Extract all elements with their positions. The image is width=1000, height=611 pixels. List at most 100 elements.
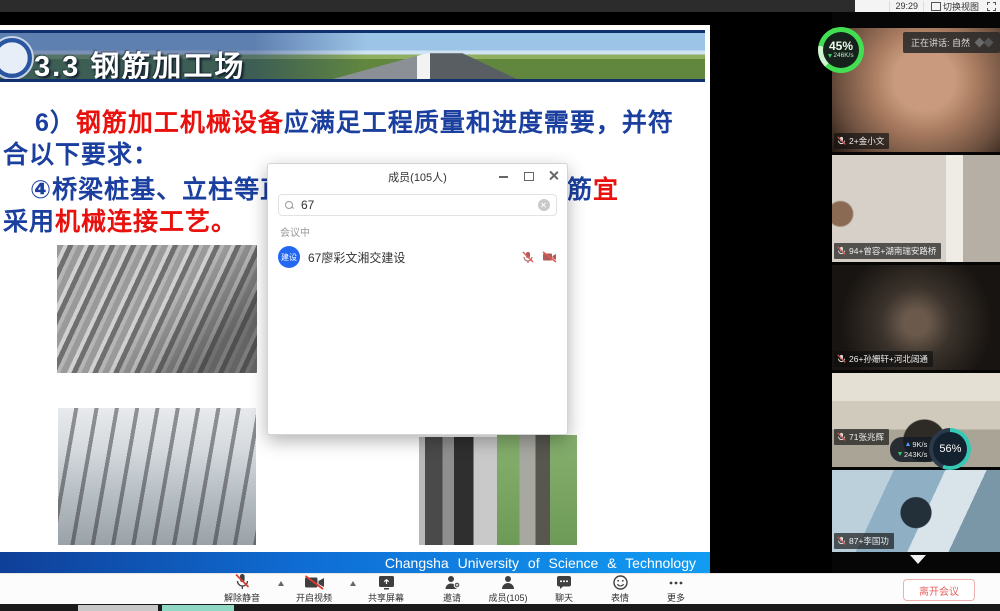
rebar-couplers-photo (57, 245, 257, 373)
unmute-label: 解除静音 (224, 591, 260, 604)
switch-view-label: 切换视图 (943, 0, 979, 13)
meeting-toolbar: 解除静音 开启视频 共享屏幕 (0, 573, 1000, 604)
start-video-button[interactable]: 开启视频 (294, 575, 334, 604)
member-list-item[interactable]: 建设 67廖彩文湘交建设 (278, 246, 557, 268)
video-tile-3[interactable]: 26+孙姗轩+河北阔通 (832, 265, 1000, 370)
slide-footer: Changsha University of Science & Technol… (0, 552, 710, 573)
rebar-workshop-photo (58, 408, 256, 545)
speaking-toast-text: 正在讲话: 自然 (911, 36, 970, 49)
speaking-toast: 正在讲话: 自然 (903, 32, 1000, 53)
start-video-label: 开启视频 (296, 591, 332, 604)
leave-meeting-button[interactable]: 离开会议 (903, 579, 975, 601)
members-label: 成员(105) (488, 591, 527, 604)
download-speed: 243K/s (904, 450, 927, 459)
search-icon (285, 201, 294, 210)
chat-icon (556, 575, 572, 590)
member-name: 67廖彩文湘交建设 (308, 249, 514, 266)
video-tile-5[interactable]: 87+李国功 (832, 470, 1000, 552)
gauge-56-percent: 56% (939, 443, 961, 455)
rebar-coupler-joint-photo (497, 435, 577, 545)
invite-button[interactable]: 邀请 (432, 575, 472, 604)
p2-line2-blue: 采用 (3, 208, 55, 236)
shared-window-top-edge (0, 0, 855, 12)
invite-label: 邀请 (443, 591, 461, 604)
university-logo (0, 36, 34, 80)
invite-person-icon (444, 575, 460, 590)
meeting-logo-icon (976, 39, 992, 46)
chat-label: 聊天 (555, 591, 573, 604)
members-button[interactable]: 成员(105) (488, 575, 528, 604)
participant-label: 71张兆辉 (834, 429, 889, 445)
switch-view-button[interactable]: 切换视图 (932, 0, 979, 13)
p2-line2-red: 机械连接工艺。 (55, 208, 237, 236)
minimize-icon[interactable] (498, 170, 509, 181)
taskbar-item[interactable] (162, 605, 234, 611)
video-options-caret[interactable] (350, 581, 356, 586)
participant-name: 71张兆辉 (849, 431, 884, 443)
os-taskbar (0, 604, 1000, 611)
members-dialog-titlebar[interactable]: 成员(105人) (268, 164, 567, 190)
slide-paragraph-2-line2: 采用机械连接工艺。 (3, 202, 237, 238)
more-dots-icon (668, 575, 684, 590)
taskbar-item[interactable] (78, 605, 158, 611)
share-screen-icon (378, 575, 395, 590)
threaded-rebar-photo (419, 437, 497, 545)
slide-banner: 3.3 钢筋加工场 (0, 30, 705, 82)
participant-name: 2+金小文 (849, 135, 884, 147)
mic-muted-icon (837, 354, 846, 364)
participant-label: 2+金小文 (834, 133, 889, 149)
member-search-box[interactable] (278, 194, 557, 216)
chat-button[interactable]: 聊天 (544, 575, 584, 604)
meeting-app-window: 29:29 切换视图 3.3 钢筋加工场 6）钢筋加工机械设备应满足工程质量和进… (0, 0, 1000, 611)
close-icon[interactable] (548, 170, 559, 181)
slide-paragraph-1: 6）钢筋加工机械设备应满足工程质量和进度需要，并符 (35, 103, 674, 139)
p1-rest: 应满足工程质量和进度需要，并符 (284, 109, 674, 137)
participant-label: 87+李国功 (834, 533, 894, 549)
unmute-button[interactable]: 解除静音 (222, 575, 262, 604)
members-dialog: 成员(105人) 会议中 建设 67廖彩文湘交建设 (267, 163, 568, 435)
participant-label: 94+曾容+湖南瑞安路桥 (834, 243, 941, 259)
members-icon (501, 575, 515, 590)
gauge-45-speed: 246K/s (833, 52, 853, 59)
more-label: 更多 (667, 591, 685, 604)
emoji-smiley-icon (613, 575, 628, 590)
maximize-icon[interactable] (523, 170, 534, 181)
gauge-45-percent: 45% (829, 41, 853, 52)
share-screen-label: 共享屏幕 (368, 591, 404, 604)
p1-highlight: 钢筋加工机械设备 (76, 109, 284, 137)
member-avatar: 建设 (278, 246, 300, 268)
meeting-top-bar: 29:29 切换视图 (855, 0, 1000, 12)
more-button[interactable]: 更多 (656, 575, 696, 604)
members-dialog-title: 成员(105人) (388, 169, 447, 185)
member-search-input[interactable] (299, 197, 533, 213)
video-tile-2[interactable]: 94+曾容+湖南瑞安路桥 (832, 155, 1000, 262)
switch-view-icon (932, 3, 940, 10)
slide-paragraph-2-left: ④桥梁桩基、立柱等直 (30, 170, 286, 206)
clear-search-icon[interactable] (538, 199, 550, 211)
emoji-label: 表情 (611, 591, 629, 604)
emoji-button[interactable]: 表情 (600, 575, 640, 604)
fullscreen-icon[interactable] (987, 2, 996, 11)
in-meeting-section-label: 会议中 (280, 224, 567, 239)
camera-off-icon (304, 575, 325, 590)
up-arrow-icon (906, 442, 910, 446)
share-screen-button[interactable]: 共享屏幕 (366, 575, 406, 604)
mic-muted-icon (234, 573, 250, 590)
down-arrow-icon (828, 54, 832, 58)
slide-title: 3.3 钢筋加工场 (34, 43, 245, 82)
participant-name: 26+孙姗轩+河北阔通 (849, 353, 928, 365)
participant-label: 26+孙姗轩+河北阔通 (834, 351, 933, 367)
participant-name: 87+李国功 (849, 535, 889, 547)
mic-muted-icon (837, 136, 846, 146)
p2-right-red: 宜 (593, 176, 619, 204)
scroll-down-arrow[interactable] (910, 555, 926, 564)
upload-speed: 9K/s (912, 440, 927, 449)
slide-paragraph-1-line2: 合以下要求： (3, 135, 159, 171)
mic-muted-icon (522, 251, 534, 264)
network-stats-overlay: 9K/s 243K/s 56% (890, 428, 971, 470)
down-arrow-icon (898, 452, 902, 456)
camera-off-icon (542, 251, 557, 263)
mute-options-caret[interactable] (278, 581, 284, 586)
meeting-timer: 29:29 (889, 1, 924, 12)
mic-muted-icon (837, 246, 846, 256)
